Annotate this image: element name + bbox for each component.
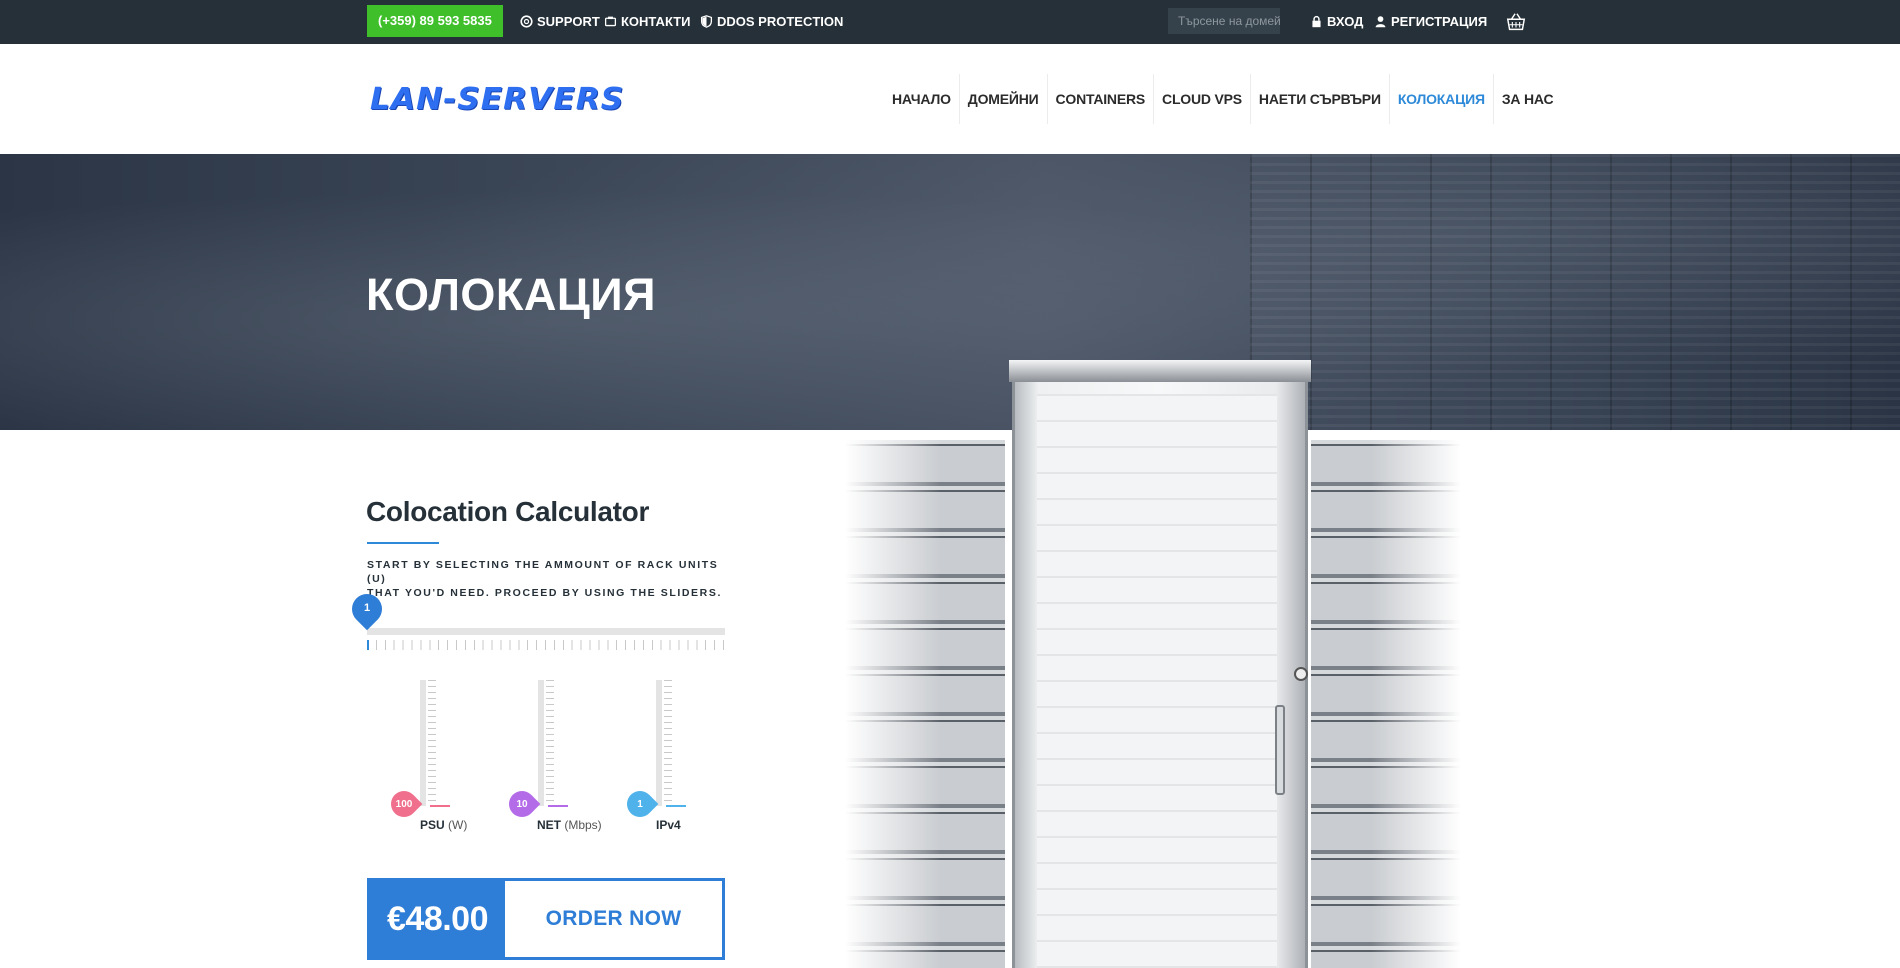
rack-slots [1037,394,1277,968]
register-label: РЕГИСТРАЦИЯ [1391,14,1488,29]
site-header: LAN-SERVERS НАЧАЛО ДОМЕЙНИ CONTAINERS CL… [0,44,1900,154]
top-bar: (+359) 89 593 5835 SUPPORT КОНТАКТИ DDOS… [0,0,1900,44]
ddos-protection-link[interactable]: DDOS PROTECTION [700,14,843,29]
order-now-button[interactable]: ORDER NOW [505,881,722,957]
rack-top [1009,360,1311,382]
rack-cabinet-image [1009,360,1311,968]
ipv4-slider[interactable] [656,680,662,806]
psu-label: PSU (W) [420,818,467,832]
rack-units-fill [367,640,369,650]
calculator-title: Colocation Calculator [366,496,650,527]
rack-handle [1275,705,1285,795]
login-link[interactable]: ВХОД [1310,14,1363,29]
net-unit: (Mbps) [564,818,602,832]
title-underline [367,542,439,544]
lock-icon [1312,15,1321,28]
description-line-1: START BY SELECTING THE AMMOUNT OF RACK U… [367,559,719,585]
rack-units-slider[interactable] [367,628,725,635]
nav-item-about[interactable]: ЗА НАС [1494,74,1562,124]
net-name: NET [537,818,561,832]
right-rack-image [1311,440,1461,968]
shield-icon [700,15,713,28]
psu-ticks [428,680,436,806]
calculator-description: START BY SELECTING THE AMMOUNT OF RACK U… [367,558,737,600]
support-link[interactable]: SUPPORT [520,14,600,29]
ddos-label: DDOS PROTECTION [717,14,844,29]
ipv4-name: IPv4 [656,818,681,832]
main-navigation: НАЧАЛО ДОМЕЙНИ CONTAINERS CLOUD VPS НАЕТ… [884,74,1561,124]
nav-item-colocation[interactable]: КОЛОКАЦИЯ [1390,74,1494,124]
nav-item-cloud-vps[interactable]: CLOUD VPS [1154,74,1251,124]
page-title: КОЛОКАЦИЯ [366,269,656,320]
domain-search-input[interactable] [1168,8,1280,34]
nav-item-domains[interactable]: ДОМЕЙНИ [960,74,1048,124]
lifebuoy-icon [520,15,533,28]
net-ticks [546,680,554,806]
nav-item-containers[interactable]: CONTAINERS [1048,74,1155,124]
ipv4-label: IPv4 [656,818,681,832]
psu-fill [430,805,450,807]
psu-unit: (W) [448,818,468,832]
description-line-2: THAT YOU'D NEED. PROCEED BY USING THE SL… [367,587,722,599]
psu-name: PSU [420,818,445,832]
net-value: 10 [516,799,528,810]
ipv4-fill [666,805,686,807]
rack-lock-icon [1294,667,1308,681]
contacts-link[interactable]: КОНТАКТИ [604,14,691,29]
ipv4-value: 1 [637,799,643,810]
net-fill [548,805,568,807]
shopping-basket-icon[interactable] [1505,11,1527,33]
psu-value: 100 [395,799,413,810]
order-box: €48.00 ORDER NOW [367,878,725,960]
nav-item-dedicated-servers[interactable]: НАЕТИ СЪРВЪРИ [1251,74,1390,124]
nav-item-home[interactable]: НАЧАЛО [884,74,960,124]
price-display: €48.00 [370,881,505,957]
rack-units-ticks [367,640,725,650]
support-label: SUPPORT [537,14,600,29]
rack-units-value: 1 [363,602,371,614]
phone-icon [604,16,617,27]
login-label: ВХОД [1327,14,1364,29]
net-label: NET (Mbps) [537,818,602,832]
net-slider[interactable] [538,680,544,806]
server-rack-image [845,360,1465,968]
left-rack-image [845,440,1005,968]
register-link[interactable]: РЕГИСТРАЦИЯ [1374,14,1487,29]
contacts-label: КОНТАКТИ [621,14,691,29]
user-icon [1375,16,1386,28]
site-logo[interactable]: LAN-SERVERS [370,82,624,117]
phone-number-button[interactable]: (+359) 89 593 5835 [367,5,503,37]
psu-slider[interactable] [420,680,426,806]
ipv4-ticks [664,680,672,806]
